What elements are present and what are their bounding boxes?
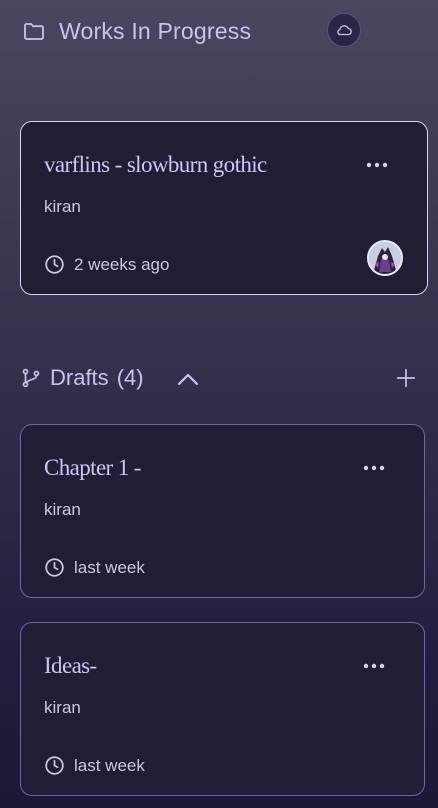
folder-icon xyxy=(24,23,44,40)
work-title: varflins - slowburn gothic xyxy=(44,152,267,177)
more-options-button[interactable] xyxy=(360,656,388,676)
more-horizontal-icon xyxy=(363,663,385,669)
work-time-label: 2 weeks ago xyxy=(74,254,170,274)
drafts-title: Drafts xyxy=(50,365,109,390)
draft-card[interactable]: Chapter 1 - kiran last week xyxy=(20,424,425,598)
drafts-header[interactable]: Drafts (4) xyxy=(20,362,144,394)
draft-title: Chapter 1 - xyxy=(44,455,141,480)
work-author: kiran xyxy=(44,197,81,216)
drafts-count: (4) xyxy=(116,365,144,390)
more-horizontal-icon xyxy=(363,465,385,471)
chevron-up-icon[interactable] xyxy=(176,367,200,391)
clock-icon xyxy=(45,558,64,577)
draft-title: Ideas- xyxy=(44,653,97,678)
draft-time-label: last week xyxy=(74,755,145,775)
work-card[interactable]: varflins - slowburn gothic kiran 2 weeks… xyxy=(20,121,428,295)
add-draft-button[interactable] xyxy=(395,367,417,389)
cloud-icon xyxy=(337,25,352,36)
draft-author: kiran xyxy=(44,698,81,717)
more-options-button[interactable] xyxy=(363,155,391,175)
more-horizontal-icon xyxy=(366,162,388,168)
branch-icon xyxy=(22,368,40,388)
clock-icon xyxy=(45,255,64,274)
work-timestamp: 2 weeks ago xyxy=(44,254,169,275)
draft-card[interactable]: Ideas- kiran last week xyxy=(20,622,425,796)
draft-author: kiran xyxy=(44,500,81,519)
cloud-sync-button[interactable] xyxy=(327,13,361,47)
draft-timestamp: last week xyxy=(44,557,145,578)
avatar[interactable] xyxy=(367,240,403,276)
clock-icon xyxy=(45,756,64,775)
more-options-button[interactable] xyxy=(360,458,388,478)
works-in-progress-header: Works In Progress xyxy=(22,14,251,48)
avatar-image xyxy=(369,242,401,274)
draft-time-label: last week xyxy=(74,557,145,577)
draft-timestamp: last week xyxy=(44,755,145,776)
section-title: Works In Progress xyxy=(59,17,252,44)
